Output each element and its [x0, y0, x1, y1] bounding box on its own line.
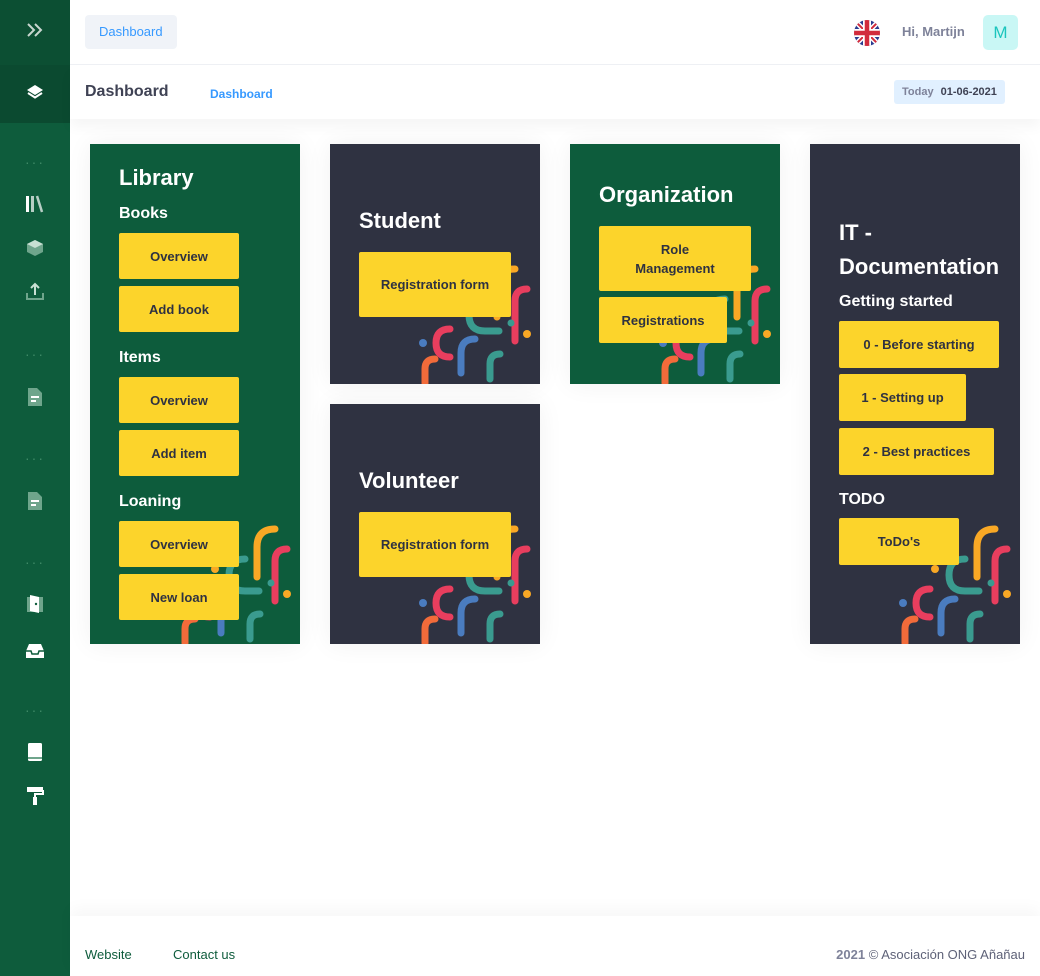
- card-title: Library: [119, 165, 194, 190]
- copyright: 2021 © Asociación ONG Añañau: [836, 947, 1025, 962]
- books-overview-button[interactable]: Overview: [119, 233, 239, 279]
- today-date: 01-06-2021: [940, 86, 997, 98]
- sidebar-item-student[interactable]: [0, 381, 70, 417]
- add-item-button[interactable]: Add item: [119, 430, 239, 476]
- sidebar-item-registrations[interactable]: [0, 635, 70, 671]
- section-heading: Loaning: [119, 493, 182, 510]
- volunteer-card: Volunteer Registration form: [330, 404, 540, 644]
- sidebar-item-design[interactable]: [0, 780, 70, 816]
- sidebar-item-organization[interactable]: [0, 588, 70, 624]
- document-icon: [27, 491, 43, 516]
- card-title: IT - Documentation: [839, 220, 1000, 279]
- website-link[interactable]: Website: [85, 947, 132, 962]
- it-documentation-card: IT - Documentation Getting started 0 - B…: [810, 144, 1020, 644]
- sidebar-toggle[interactable]: [0, 0, 70, 65]
- organization-card: Organization Role Management Registratio…: [570, 144, 780, 384]
- card-title: Volunteer: [359, 468, 459, 493]
- registrations-button[interactable]: Registrations: [599, 297, 727, 343]
- box-icon: [26, 239, 44, 262]
- sidebar-item-items[interactable]: [0, 232, 70, 268]
- paint-roller-icon: [26, 786, 44, 811]
- sidebar-item-documentation[interactable]: [0, 736, 70, 772]
- sidebar-item-upload[interactable]: [0, 275, 70, 311]
- breadcrumb[interactable]: Dashboard: [210, 87, 273, 101]
- best-practices-button[interactable]: 2 - Best practices: [839, 428, 994, 475]
- sidebar-separator: ···: [25, 346, 45, 362]
- page-title: Dashboard: [85, 83, 169, 100]
- contact-link[interactable]: Contact us: [173, 947, 235, 962]
- student-registration-button[interactable]: Registration form: [359, 252, 511, 317]
- sidebar-item-dashboard[interactable]: [0, 65, 70, 123]
- sidebar: ··· ··· ··· ··· ···: [0, 0, 70, 976]
- uk-flag-icon[interactable]: [854, 20, 880, 46]
- sidebar-item-volunteer[interactable]: [0, 485, 70, 521]
- dashboard-button[interactable]: Dashboard: [85, 15, 177, 49]
- sidebar-separator: ···: [25, 450, 45, 466]
- before-starting-button[interactable]: 0 - Before starting: [839, 321, 999, 368]
- loaning-overview-button[interactable]: Overview: [119, 521, 239, 567]
- role-management-button[interactable]: Role Management: [599, 226, 751, 291]
- copyright-text: © Asociación ONG Añañau: [868, 947, 1025, 962]
- card-title: Student: [359, 208, 441, 233]
- inbox-icon: [25, 643, 45, 664]
- section-heading: Items: [119, 349, 161, 366]
- volunteer-registration-button[interactable]: Registration form: [359, 512, 511, 577]
- door-icon: [26, 594, 44, 619]
- top-header: Dashboard Hi, Martijn M: [70, 0, 1040, 65]
- layers-icon: [26, 84, 44, 105]
- section-heading: TODO: [839, 491, 885, 508]
- sidebar-item-library[interactable]: [0, 188, 70, 224]
- avatar[interactable]: M: [983, 15, 1018, 50]
- library-card: Library Books Overview Add book Items Ov…: [90, 144, 300, 644]
- add-book-button[interactable]: Add book: [119, 286, 239, 332]
- setting-up-button[interactable]: 1 - Setting up: [839, 374, 966, 421]
- today-label: Today: [902, 86, 934, 98]
- copyright-year: 2021: [836, 947, 866, 962]
- items-overview-button[interactable]: Overview: [119, 377, 239, 423]
- todos-button[interactable]: ToDo's: [839, 518, 959, 565]
- sidebar-separator: ···: [25, 554, 45, 570]
- date-badge[interactable]: Today 01-06-2021: [894, 80, 1005, 104]
- sidebar-separator: ···: [25, 154, 45, 170]
- section-heading: Getting started: [839, 293, 953, 310]
- footer: Website Contact us 2021 © Asociación ONG…: [70, 916, 1040, 976]
- user-greeting[interactable]: Hi, Martijn: [902, 24, 965, 39]
- book-icon: [27, 742, 43, 767]
- subheader: Dashboard Dashboard Today 01-06-2021: [70, 66, 1040, 119]
- sidebar-separator: ···: [25, 702, 45, 718]
- section-heading: Books: [119, 205, 168, 222]
- library-icon: [25, 195, 45, 218]
- new-loan-button[interactable]: New loan: [119, 574, 239, 620]
- card-title: Organization: [599, 182, 734, 207]
- student-card: Student Registration form: [330, 144, 540, 384]
- upload-icon: [25, 281, 45, 306]
- document-icon: [27, 387, 43, 412]
- expand-icon[interactable]: [26, 22, 44, 43]
